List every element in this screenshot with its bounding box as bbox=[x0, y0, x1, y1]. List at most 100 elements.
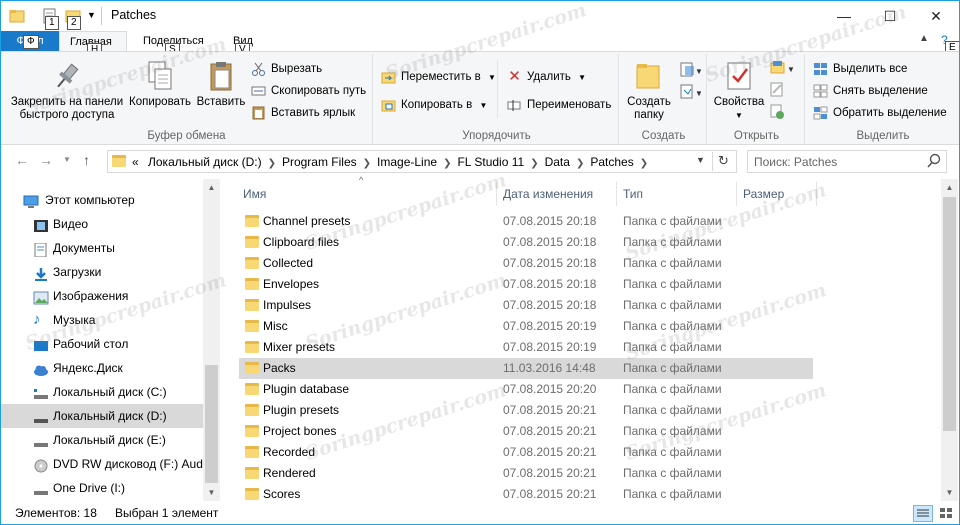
delete-button[interactable]: ✕ Удалить ▼ bbox=[507, 67, 586, 87]
nav-item[interactable]: Яндекс.Диск bbox=[1, 356, 204, 380]
nav-item[interactable]: Локальный диск (E:) bbox=[1, 428, 204, 452]
file-name: Scores bbox=[263, 487, 301, 501]
invert-selection-button[interactable]: Обратить выделение bbox=[813, 103, 947, 123]
details-view-button[interactable] bbox=[913, 505, 933, 522]
column-header-type[interactable]: Тип bbox=[617, 182, 737, 206]
table-row[interactable]: Scores 07.08.2015 20:21 Папка с файлами bbox=[239, 484, 813, 505]
large-icons-view-button[interactable] bbox=[937, 505, 955, 522]
breadcrumb-overflow[interactable]: « bbox=[132, 155, 139, 169]
breadcrumb-item[interactable]: Локальный диск (D:) bbox=[148, 155, 262, 169]
nav-item[interactable]: Рабочий стол bbox=[1, 332, 204, 356]
new-folder-button[interactable]: Создать папку bbox=[623, 60, 675, 122]
up-arrow-icon[interactable]: ↑ bbox=[83, 152, 90, 168]
forward-arrow-icon[interactable]: → bbox=[39, 152, 53, 168]
breadcrumb-item[interactable]: Data bbox=[545, 155, 570, 169]
select-all-icon bbox=[813, 62, 828, 76]
column-header-name[interactable]: Имя bbox=[237, 182, 497, 206]
table-row[interactable]: Plugin presets 07.08.2015 20:21 Папка с фа… bbox=[239, 400, 813, 421]
nav-item-label: Локальный диск (E:) bbox=[53, 433, 166, 447]
chevron-right-icon[interactable]: ❯ bbox=[443, 158, 451, 169]
copy-path-button[interactable]: Скопировать путь bbox=[251, 81, 366, 101]
open-icon[interactable]: ▼ bbox=[769, 60, 795, 79]
title-bar: 1 2 ▼ Patches — ☐ ✕ bbox=[1, 1, 959, 31]
table-row[interactable]: Impulses 07.08.2015 20:18 Папка с файлами bbox=[239, 295, 813, 316]
search-icon[interactable] bbox=[926, 153, 942, 172]
refresh-icon[interactable]: ↻ bbox=[718, 153, 729, 169]
chevron-right-icon[interactable]: ❯ bbox=[640, 158, 648, 169]
chevron-down-icon[interactable]: ▼ bbox=[63, 155, 71, 164]
scroll-up-arrow-icon[interactable]: ▲ bbox=[941, 179, 958, 196]
nav-item[interactable]: Видео bbox=[1, 212, 204, 236]
table-row[interactable]: Collected 07.08.2015 20:18 Папка с файлами bbox=[239, 253, 813, 274]
scroll-down-arrow-icon[interactable]: ▼ bbox=[203, 484, 220, 501]
scrollbar-thumb[interactable] bbox=[943, 197, 956, 431]
nav-item[interactable]: One Drive (I:) bbox=[1, 476, 204, 500]
scroll-down-arrow-icon[interactable]: ▼ bbox=[941, 484, 958, 501]
file-list-scrollbar[interactable]: ▲ ▼ bbox=[941, 179, 958, 501]
cut-button[interactable]: Вырезать bbox=[251, 59, 322, 79]
chevron-right-icon[interactable]: ❯ bbox=[530, 158, 538, 169]
copy-button[interactable]: Копировать bbox=[127, 60, 193, 109]
close-button[interactable]: ✕ bbox=[913, 1, 959, 31]
pin-quick-access-button[interactable]: Закрепить на панели быстрого доступа bbox=[5, 60, 129, 122]
table-row[interactable]: Misc 07.08.2015 20:19 Папка с файлами bbox=[239, 316, 813, 337]
table-row[interactable]: Recorded 07.08.2015 20:21 Папка с файлами bbox=[239, 442, 813, 463]
table-row-selected[interactable]: Packs 11.03.2016 14:48 Папка с файлами bbox=[239, 358, 813, 379]
maximize-button[interactable]: ☐ bbox=[867, 1, 913, 31]
new-folder-label-line2: папку bbox=[634, 109, 664, 121]
chevron-right-icon[interactable]: ❯ bbox=[268, 158, 276, 169]
address-bar[interactable]: « Локальный диск (D:) ❯ Program Files ❯ Imag… bbox=[107, 150, 737, 173]
history-icon[interactable] bbox=[769, 104, 785, 123]
file-name: Channel presets bbox=[263, 214, 351, 228]
table-row[interactable]: Plugin database 07.08.2015 20:20 Папка с ф… bbox=[239, 379, 813, 400]
nav-item[interactable]: Локальный диск (C:) bbox=[1, 380, 204, 404]
file-type: Папка с файлами bbox=[623, 361, 722, 375]
new-item-icon[interactable]: ▼ bbox=[679, 62, 703, 81]
properties-button[interactable]: Свойства ▼ bbox=[711, 60, 767, 122]
chevron-down-icon[interactable]: ▼ bbox=[696, 155, 705, 165]
nav-item[interactable]: Загрузки bbox=[1, 260, 204, 284]
nav-item[interactable]: DVD RW дисковод (F:) Audio bbox=[1, 452, 204, 476]
move-to-button[interactable]: Переместить в ▼ bbox=[381, 67, 496, 87]
table-row[interactable]: Envelopes 07.08.2015 20:18 Папка с файлами bbox=[239, 274, 813, 295]
edit-icon[interactable] bbox=[769, 82, 785, 101]
navigation-bar: ← → ▼ ↑ « Локальный диск (D:) ❯ Program Fi… bbox=[1, 147, 959, 177]
nav-item-selected[interactable]: Локальный диск (D:) bbox=[1, 404, 204, 428]
column-header-size[interactable]: Размер bbox=[737, 182, 817, 206]
chevron-right-icon[interactable]: ❯ bbox=[576, 158, 584, 169]
select-all-button[interactable]: Выделить все bbox=[813, 59, 907, 79]
breadcrumb-item[interactable]: FL Studio 11 bbox=[457, 155, 524, 169]
nav-item[interactable]: Этот компьютер bbox=[1, 188, 204, 212]
table-row[interactable]: Channel presets 07.08.2015 20:18 Папка с ф… bbox=[239, 211, 813, 232]
easy-access-icon[interactable]: ▼ bbox=[679, 84, 703, 103]
scroll-up-arrow-icon[interactable]: ▲ bbox=[203, 179, 220, 196]
breadcrumb-item[interactable]: Patches bbox=[590, 155, 633, 169]
nav-item-label: DVD RW дисковод (F:) Audio bbox=[53, 457, 204, 471]
clipboard-group: Закрепить на панели быстрого доступа Коп… bbox=[1, 54, 373, 144]
copy-to-button[interactable]: Копировать в ▼ bbox=[381, 95, 487, 115]
chevron-right-icon[interactable]: ❯ bbox=[363, 158, 371, 169]
table-row[interactable]: Mixer presets 07.08.2015 20:19 Папка с фай… bbox=[239, 337, 813, 358]
new-group: Создать папку ▼ ▼ Создать bbox=[621, 54, 707, 144]
nav-item[interactable]: Изображения bbox=[1, 284, 204, 308]
breadcrumb-item[interactable]: Image-Line bbox=[377, 155, 437, 169]
paste-button[interactable]: Вставить bbox=[193, 60, 249, 109]
nav-item[interactable]: ♪ Музыка bbox=[1, 308, 204, 332]
rename-button[interactable]: Переименовать bbox=[507, 95, 611, 115]
chevron-up-icon[interactable]: ▲ bbox=[919, 33, 929, 44]
table-row[interactable]: Project bones 07.08.2015 20:21 Папка с фай… bbox=[239, 421, 813, 442]
nav-pane-scrollbar[interactable]: ▲ ▼ bbox=[203, 179, 220, 501]
minimize-button[interactable]: — bbox=[821, 1, 867, 31]
table-row[interactable]: Rendered 07.08.2015 20:21 Папка с файлами bbox=[239, 463, 813, 484]
nav-item[interactable]: Документы bbox=[1, 236, 204, 260]
paste-shortcut-button[interactable]: Вставить ярлык bbox=[251, 103, 355, 123]
column-header-date[interactable]: Дата изменения bbox=[497, 182, 617, 206]
file-type: Папка с файлами bbox=[623, 487, 722, 501]
select-none-button[interactable]: Снять выделение bbox=[813, 81, 928, 101]
chevron-down-icon[interactable]: ▼ bbox=[87, 10, 96, 20]
search-box[interactable]: Поиск: Patches bbox=[747, 150, 947, 173]
back-arrow-icon[interactable]: ← bbox=[15, 152, 29, 168]
table-row[interactable]: Clipboard files 07.08.2015 20:18 Папка с ф… bbox=[239, 232, 813, 253]
scrollbar-thumb[interactable] bbox=[205, 365, 218, 483]
breadcrumb-item[interactable]: Program Files bbox=[282, 155, 357, 169]
